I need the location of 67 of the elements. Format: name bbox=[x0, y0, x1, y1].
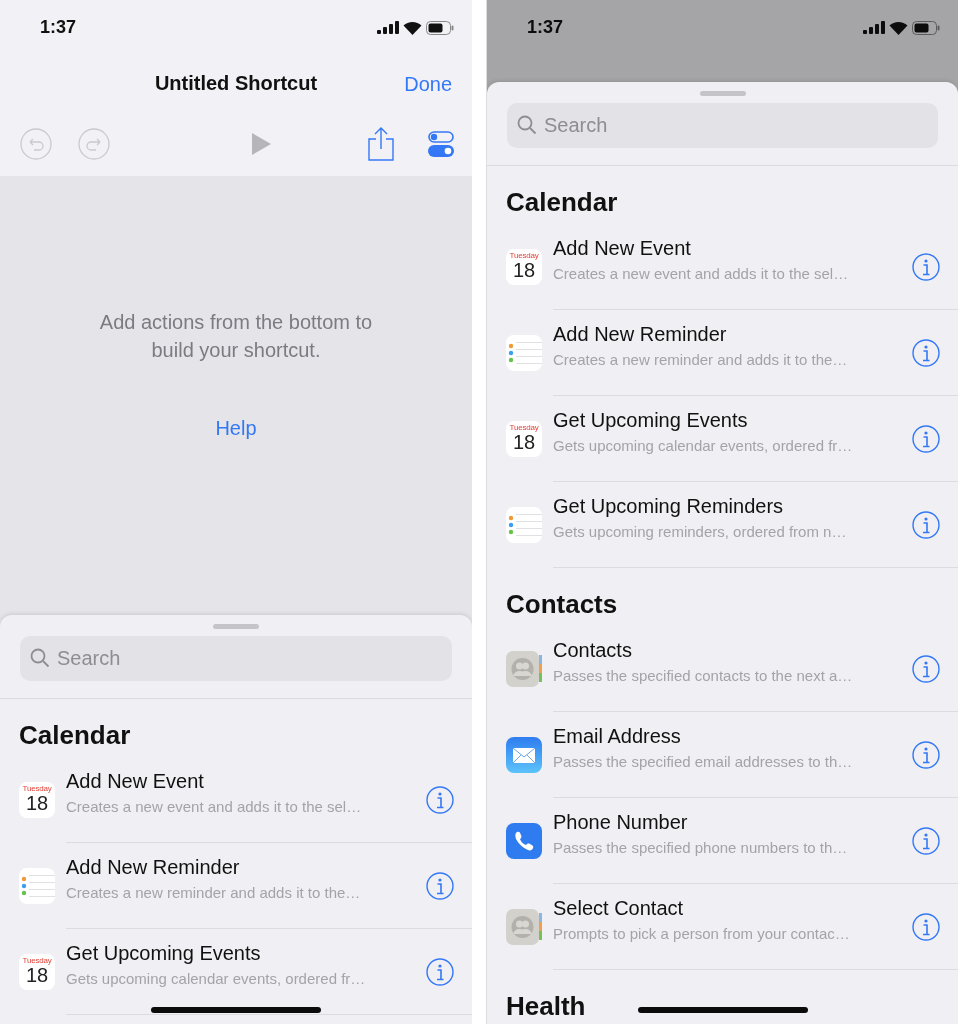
action-description: Prompts to pick a person from your contac… bbox=[553, 924, 851, 944]
calendar-icon: Tuesday 18 bbox=[506, 249, 542, 285]
empty-message: Add actions from the bottom to build your shortcut. bbox=[98, 309, 374, 363]
search-icon bbox=[517, 115, 537, 135]
action-title[interactable]: Get Upcoming Reminders bbox=[553, 494, 904, 518]
signal-icon bbox=[377, 21, 399, 34]
action-title[interactable]: Add New Reminder bbox=[66, 855, 418, 879]
calendar-icon: Tuesday 18 bbox=[19, 782, 55, 818]
sheet-handle[interactable] bbox=[213, 624, 259, 629]
envelope-icon bbox=[506, 737, 542, 773]
action-description: Creates a new reminder and adds it to the… bbox=[66, 883, 362, 903]
action-description: Passes the specified contacts to the next a… bbox=[553, 666, 854, 686]
reminders-icon bbox=[506, 335, 542, 371]
action-description: Passes the specified phone numbers to th… bbox=[553, 838, 849, 858]
info-icon[interactable] bbox=[912, 826, 940, 855]
status-time: 1:37 bbox=[527, 16, 564, 39]
action-title[interactable]: Add New Reminder bbox=[553, 322, 904, 346]
reminders-icon bbox=[506, 507, 542, 543]
info-icon[interactable] bbox=[912, 252, 940, 281]
action-description: Gets upcoming calendar events, ordered fr… bbox=[553, 436, 854, 456]
section-heading: Contacts bbox=[505, 588, 619, 621]
action-description: Creates a new event and adds it to the sel… bbox=[553, 264, 850, 284]
toggles-icon[interactable] bbox=[428, 130, 454, 157]
share-icon[interactable] bbox=[368, 126, 394, 161]
search-field[interactable]: Search bbox=[507, 103, 938, 148]
contacts-icon bbox=[506, 909, 542, 945]
search-field[interactable]: Search bbox=[20, 636, 452, 681]
action-description: Gets upcoming calendar events, ordered fr… bbox=[66, 969, 367, 989]
section-heading: Calendar bbox=[505, 186, 619, 219]
action-description: Creates a new reminder and adds it to the… bbox=[553, 350, 849, 370]
screen-title: Untitled Shortcut bbox=[154, 71, 318, 96]
wifi-icon bbox=[403, 20, 422, 35]
info-icon[interactable] bbox=[426, 785, 454, 814]
info-icon[interactable] bbox=[426, 871, 454, 900]
action-description: Passes the specified email addresses to th… bbox=[553, 752, 854, 772]
action-title[interactable]: Add New Event bbox=[66, 769, 418, 793]
battery-icon bbox=[426, 20, 454, 35]
calendar-icon: Tuesday 18 bbox=[506, 421, 542, 457]
info-icon[interactable] bbox=[912, 424, 940, 453]
action-title[interactable]: Get Upcoming Events bbox=[553, 408, 904, 432]
section-heading: Health bbox=[505, 990, 587, 1023]
info-icon[interactable] bbox=[912, 740, 940, 769]
sheet-handle[interactable] bbox=[699, 91, 746, 96]
info-icon[interactable] bbox=[912, 338, 940, 367]
info-icon[interactable] bbox=[912, 654, 940, 683]
wifi-icon bbox=[889, 20, 908, 35]
reminders-icon bbox=[19, 868, 55, 904]
battery-icon bbox=[912, 20, 940, 35]
info-icon[interactable] bbox=[912, 912, 940, 941]
action-title[interactable]: Email Address bbox=[553, 724, 904, 748]
action-title[interactable]: Add New Event bbox=[553, 236, 904, 260]
calendar-icon: Tuesday 18 bbox=[19, 954, 55, 990]
signal-icon bbox=[863, 21, 885, 34]
done-button[interactable]: Done bbox=[404, 69, 452, 99]
info-icon[interactable] bbox=[426, 957, 454, 986]
section-heading: Calendar bbox=[18, 719, 132, 752]
phone-icon bbox=[506, 823, 542, 859]
status-time: 1:37 bbox=[40, 16, 77, 39]
action-description: Gets upcoming reminders, ordered from n… bbox=[553, 522, 848, 542]
action-title[interactable]: Contacts bbox=[553, 638, 904, 662]
info-icon[interactable] bbox=[912, 510, 940, 539]
action-title[interactable]: Select Contact bbox=[553, 896, 904, 920]
contacts-icon bbox=[506, 651, 542, 687]
action-title[interactable]: Get Upcoming Events bbox=[66, 941, 418, 965]
action-title[interactable]: Phone Number bbox=[553, 810, 904, 834]
action-description: Creates a new event and adds it to the sel… bbox=[66, 797, 363, 817]
search-icon bbox=[30, 648, 50, 668]
